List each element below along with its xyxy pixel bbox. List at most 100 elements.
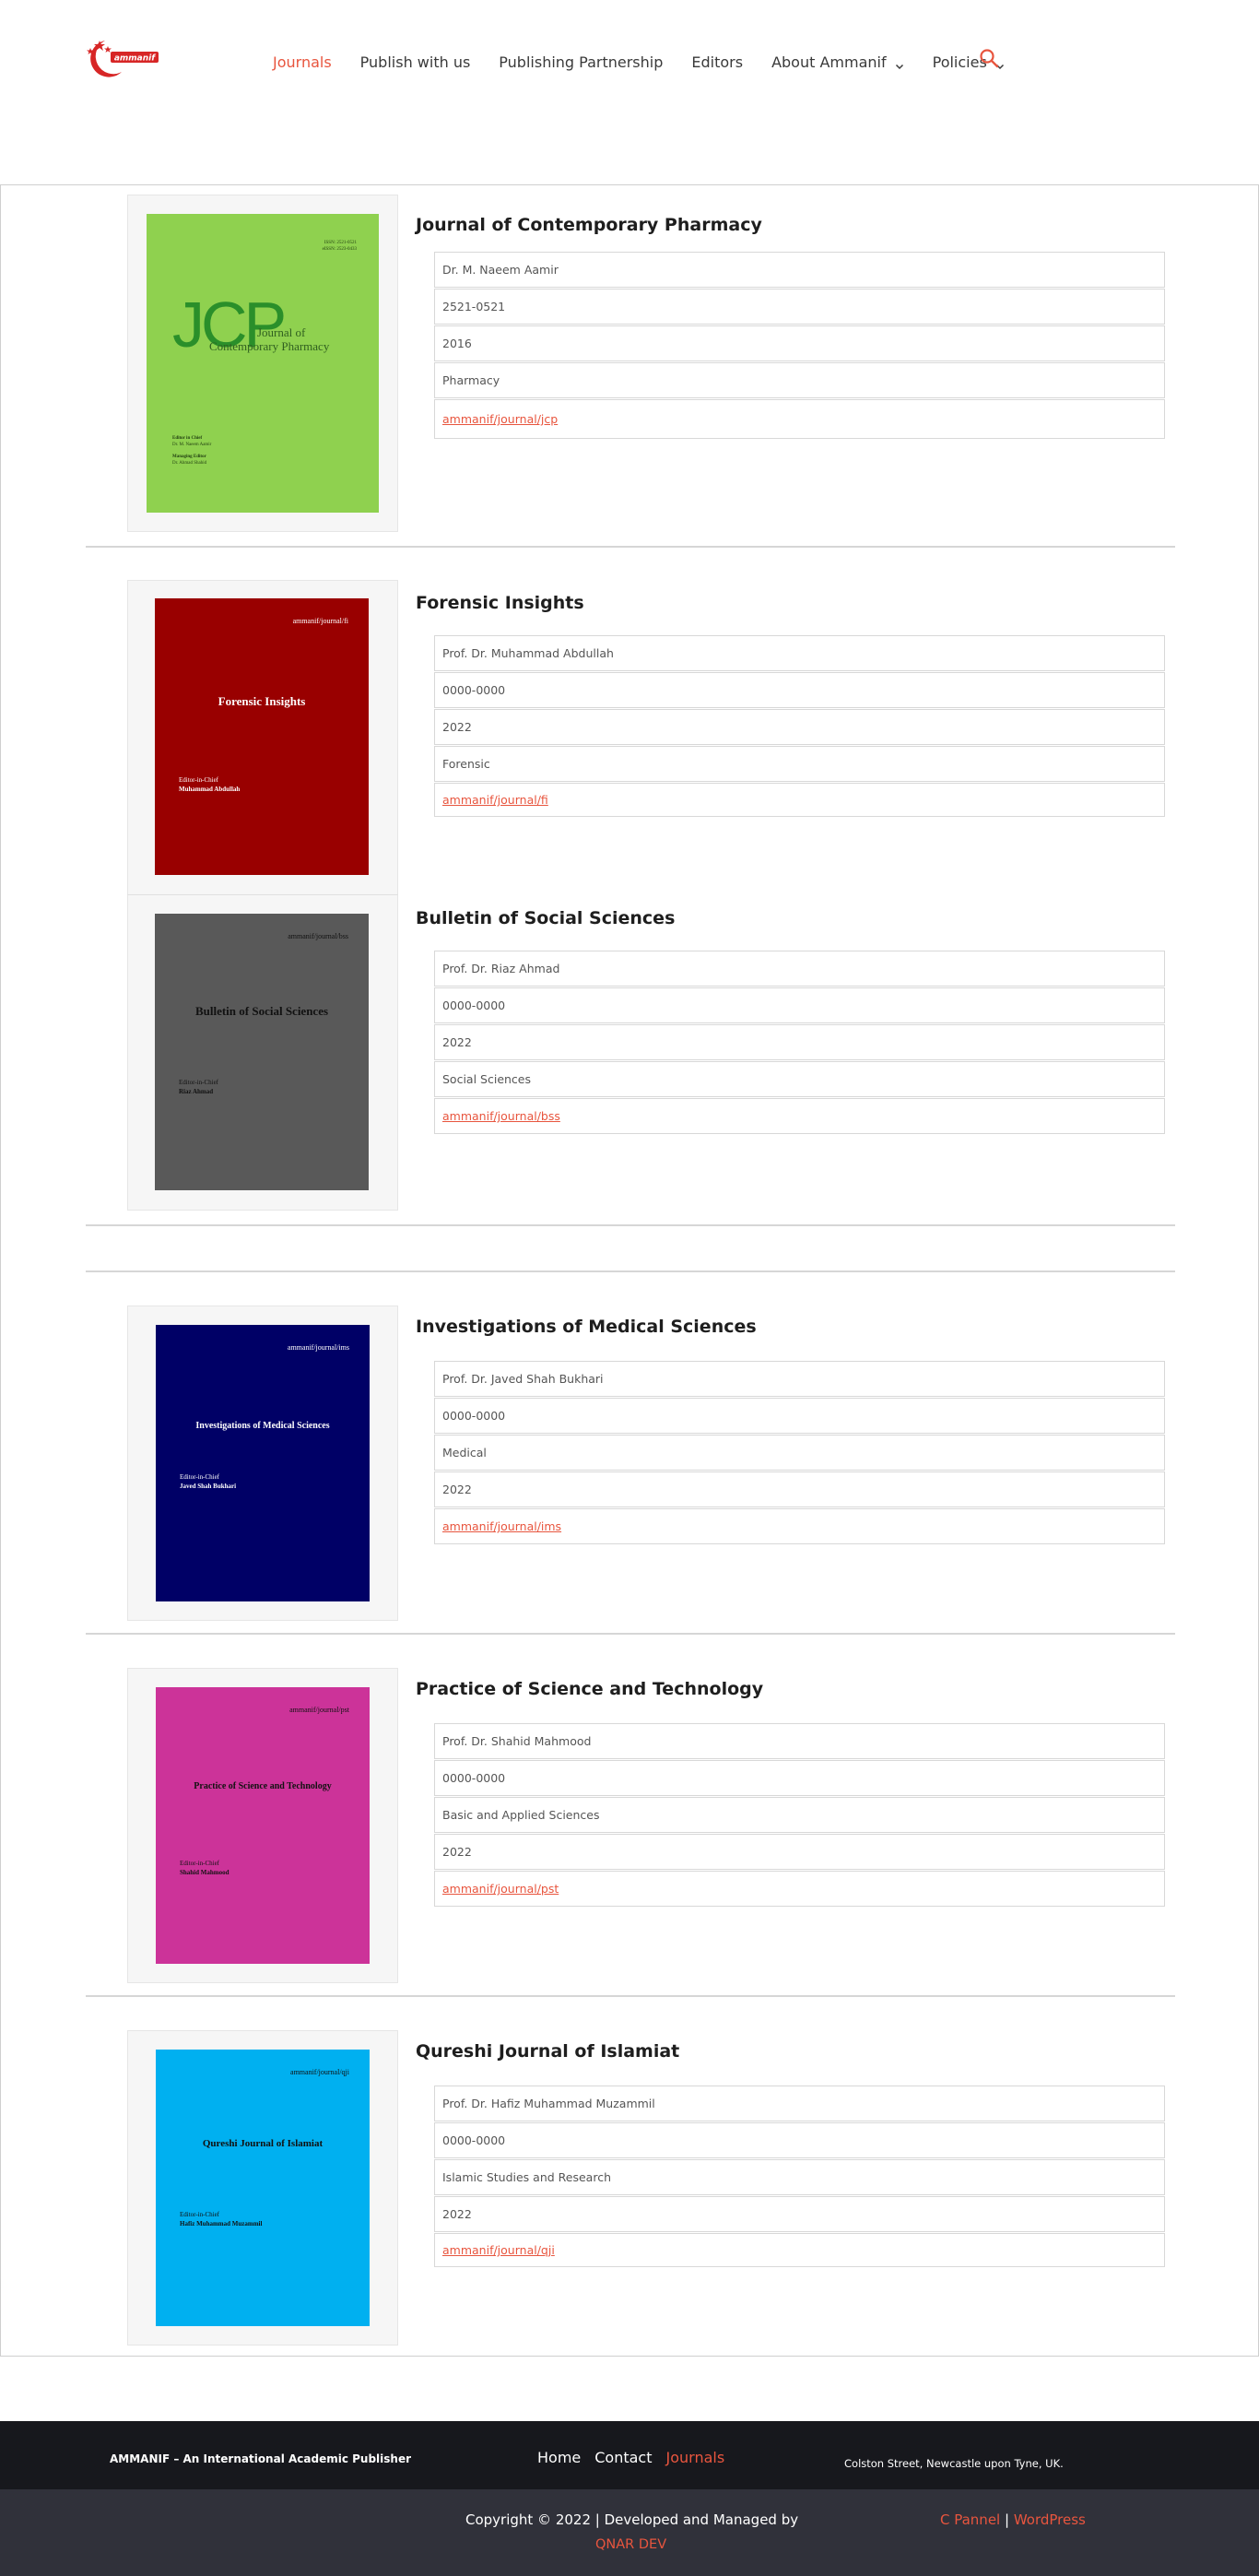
nav-item-publishing-partnership[interactable]: Publishing Partnership: [499, 53, 663, 71]
footer-top: AMMANIF – An International Academic Publ…: [0, 2421, 1259, 2489]
cover-editor-name: Javed Shah Bukhari: [180, 1483, 237, 1490]
copyright-text: Copyright © 2022 | Developed and Managed…: [465, 2511, 799, 2528]
cover-editor-label: Editor-in-Chief: [180, 1473, 220, 1481]
journal-info: Prof. Dr. Javed Shah Bukhari 0000-0000 M…: [434, 1361, 1165, 1545]
journal-info: Prof. Dr. Muhammad Abdullah 0000-0000 20…: [434, 635, 1165, 818]
journal-cover[interactable]: ammanif/journal/fi Forensic Insights Edi…: [155, 598, 369, 875]
issn-field: 0000-0000: [434, 1398, 1165, 1434]
site-logo[interactable]: ammanif: [79, 35, 171, 81]
journal-cover[interactable]: ISSN: 2521-0521 eISSN: 2523-0433 JCP Jou…: [147, 214, 379, 513]
cover-editor-name: Riaz Ahmad: [179, 1088, 214, 1095]
journal-link[interactable]: ammanif/journal/qji: [442, 2243, 555, 2257]
site-header: ammanif Journals Publish with us Publishin…: [0, 0, 1259, 120]
issn-field: 0000-0000: [434, 2122, 1165, 2158]
journal-info: Prof. Dr. Hafiz Muhammad Muzammil 0000-0…: [434, 2086, 1165, 2268]
cover-title: Practice of Science and Technology: [194, 1781, 332, 1791]
year-field: 2022: [434, 709, 1165, 745]
nav-label: Publishing Partnership: [499, 53, 664, 71]
issn-field: 2521-0521: [434, 289, 1165, 325]
wordpress-link[interactable]: WordPress: [1014, 2511, 1086, 2528]
nav-label: Journals: [273, 53, 332, 71]
journal-title[interactable]: Journal of Contemporary Pharmacy: [416, 215, 762, 235]
footer-separator: |: [1000, 2511, 1014, 2528]
cover-url: ammanif/journal/bss: [288, 932, 348, 940]
divider: [86, 1633, 1175, 1635]
cover-editor-label: Editor-in-Chief: [180, 1860, 220, 1867]
cover-title-line1: Journal of: [257, 325, 306, 339]
journal-title[interactable]: Practice of Science and Technology: [416, 1679, 763, 1699]
cover-url: ammanif/journal/pst: [289, 1706, 349, 1714]
cover-editor-name: Dr. M. Naeem Aamir: [172, 443, 212, 447]
cover-title: Qureshi Journal of Islamiat: [202, 2138, 324, 2149]
cover-issn: ISSN: 2521-0521: [324, 241, 357, 245]
journal-title[interactable]: Forensic Insights: [416, 593, 584, 613]
journal-info: Dr. M. Naeem Aamir 2521-0521 2016 Pharma…: [434, 252, 1165, 440]
cover-editor-label: Editor-in-Chief: [179, 1079, 219, 1086]
cover-editor-label: Editor-in-Chief: [179, 776, 219, 784]
cover-editor-name: Shahid Mahmood: [180, 1869, 229, 1876]
cover-title: Forensic Insights: [218, 694, 306, 708]
issn-field: 0000-0000: [434, 987, 1165, 1023]
cover-editor2-name: Dr. Ahmad Shahid: [172, 461, 207, 466]
cover-title: Bulletin of Social Sciences: [194, 1004, 329, 1018]
cover-frame: ammanif/journal/ims Investigations of Me…: [127, 1306, 398, 1621]
subject-field: Social Sciences: [434, 1061, 1165, 1097]
editor-field: Dr. M. Naeem Aamir: [434, 252, 1165, 288]
journal-link[interactable]: ammanif/journal/bss: [442, 1109, 560, 1123]
journal-link[interactable]: ammanif/journal/jcp: [442, 412, 558, 426]
subject-field: Forensic: [434, 746, 1165, 782]
nav-item-editors[interactable]: Editors: [691, 53, 743, 71]
journal-link[interactable]: ammanif/journal/fi: [442, 793, 548, 807]
cpanel-link[interactable]: C Pannel: [940, 2511, 1000, 2528]
journal-title[interactable]: Bulletin of Social Sciences: [416, 908, 675, 928]
nav-item-about-ammanif[interactable]: About Ammanif: [771, 53, 904, 71]
journals-list: ISSN: 2521-0521 eISSN: 2523-0433 JCP Jou…: [0, 184, 1259, 2357]
cover-frame: ammanif/journal/qji Qureshi Journal of I…: [127, 2030, 398, 2346]
developer-link[interactable]: QNAR DEV: [595, 2537, 666, 2552]
cover-frame: ammanif/journal/pst Practice of Science …: [127, 1668, 398, 1983]
journal-cover[interactable]: ammanif/journal/bss Bulletin of Social S…: [155, 914, 369, 1190]
journal-cover[interactable]: ammanif/journal/pst Practice of Science …: [156, 1687, 370, 1964]
cover-eissn: eISSN: 2523-0433: [322, 247, 357, 252]
logo-wordmark: ammanif: [114, 54, 156, 64]
cover-frame: ISSN: 2521-0521 eISSN: 2523-0433 JCP Jou…: [127, 195, 398, 532]
nav-item-journals[interactable]: Journals: [273, 53, 332, 71]
footer-link-journals[interactable]: Journals: [666, 2449, 725, 2466]
nav-item-publish-with-us[interactable]: Publish with us: [360, 53, 471, 71]
nav-label: About Ammanif: [771, 53, 887, 71]
year-field: 2016: [434, 325, 1165, 361]
editor-field: Prof. Dr. Javed Shah Bukhari: [434, 1361, 1165, 1397]
year-field: 2022: [434, 1471, 1165, 1507]
year-field: 2022: [434, 2196, 1165, 2232]
journal-cover[interactable]: ammanif/journal/qji Qureshi Journal of I…: [156, 2050, 370, 2326]
editor-field: Prof. Dr. Muhammad Abdullah: [434, 635, 1165, 671]
cover-title: Investigations of Medical Sciences: [195, 1421, 330, 1431]
journal-link[interactable]: ammanif/journal/ims: [442, 1519, 561, 1533]
cover-editor-name: Hafiz Muhammad Muzammil: [180, 2220, 263, 2227]
cover-url: ammanif/journal/qji: [290, 2068, 349, 2076]
footer-bottom: Copyright © 2022 | Developed and Managed…: [0, 2489, 1259, 2576]
cover-url: ammanif/journal/ims: [287, 1343, 349, 1352]
main-nav: Journals Publish with us Publishing Partne…: [273, 48, 1033, 76]
journal-info: Prof. Dr. Shahid Mahmood 0000-0000 Basic…: [434, 1723, 1165, 1908]
editor-field: Prof. Dr. Riaz Ahmad: [434, 951, 1165, 987]
search-icon[interactable]: [979, 48, 999, 68]
journal-cover[interactable]: ammanif/journal/ims Investigations of Me…: [156, 1325, 370, 1601]
subject-field: Pharmacy: [434, 362, 1165, 398]
journal-title[interactable]: Investigations of Medical Sciences: [416, 1317, 757, 1337]
year-field: 2022: [434, 1834, 1165, 1870]
footer-link-home[interactable]: Home: [537, 2449, 581, 2466]
year-field: 2022: [434, 1024, 1165, 1060]
chevron-down-icon[interactable]: [895, 57, 904, 70]
divider: [86, 1224, 1175, 1226]
subject-field: Islamic Studies and Research: [434, 2159, 1165, 2195]
nav-label: Editors: [691, 53, 744, 71]
divider: [86, 1995, 1175, 1997]
journal-link[interactable]: ammanif/journal/pst: [442, 1882, 559, 1896]
footer-brand: AMMANIF – An International Academic Publ…: [110, 2452, 412, 2465]
footer-link-contact[interactable]: Contact: [594, 2449, 652, 2466]
journal-title[interactable]: Qureshi Journal of Islamiat: [416, 2041, 679, 2062]
subject-field: Basic and Applied Sciences: [434, 1797, 1165, 1833]
journal-info: Prof. Dr. Riaz Ahmad 0000-0000 2022 Soci…: [434, 951, 1165, 1135]
divider: [86, 1270, 1175, 1272]
